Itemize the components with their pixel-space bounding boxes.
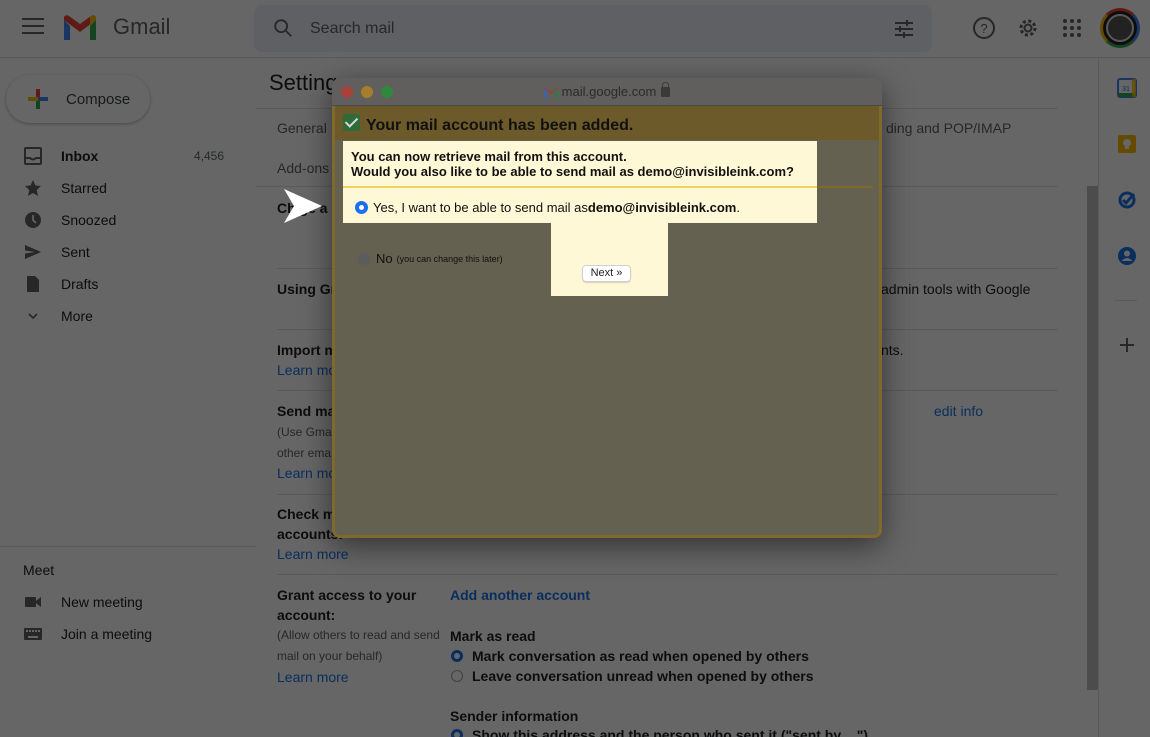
- no-option[interactable]: No (you can change this later): [358, 251, 503, 266]
- send-question: Would you also like to be able to send m…: [351, 164, 794, 179]
- yes-label: Yes, I want to be able to send mail as: [373, 200, 588, 215]
- divider: [343, 186, 817, 188]
- highlight-region: [551, 222, 668, 296]
- yes-option[interactable]: Yes, I want to be able to send mail as d…: [355, 200, 740, 215]
- gmail-favicon-icon: [543, 87, 558, 98]
- yes-suffix: .: [736, 200, 740, 215]
- yes-email: demo@invisibleink.com: [587, 200, 737, 215]
- no-radio[interactable]: [358, 252, 370, 265]
- next-button[interactable]: Next »: [582, 265, 631, 282]
- window-url: mail.google.com: [332, 82, 882, 99]
- no-label: No: [376, 251, 393, 266]
- popup-heading: Your mail account has been added.: [366, 117, 634, 134]
- window-titlebar: mail.google.com: [332, 78, 882, 106]
- url-text: mail.google.com: [561, 84, 657, 99]
- pointer-arrow-icon: [284, 189, 322, 223]
- yes-radio[interactable]: [355, 201, 368, 214]
- checkmark-icon: [343, 114, 360, 131]
- popup-header: Your mail account has been added.: [335, 106, 879, 140]
- retrieve-message: You can now retrieve mail from this acco…: [351, 149, 627, 164]
- lock-icon: [661, 82, 671, 97]
- no-hint: (you can change this later): [396, 253, 503, 264]
